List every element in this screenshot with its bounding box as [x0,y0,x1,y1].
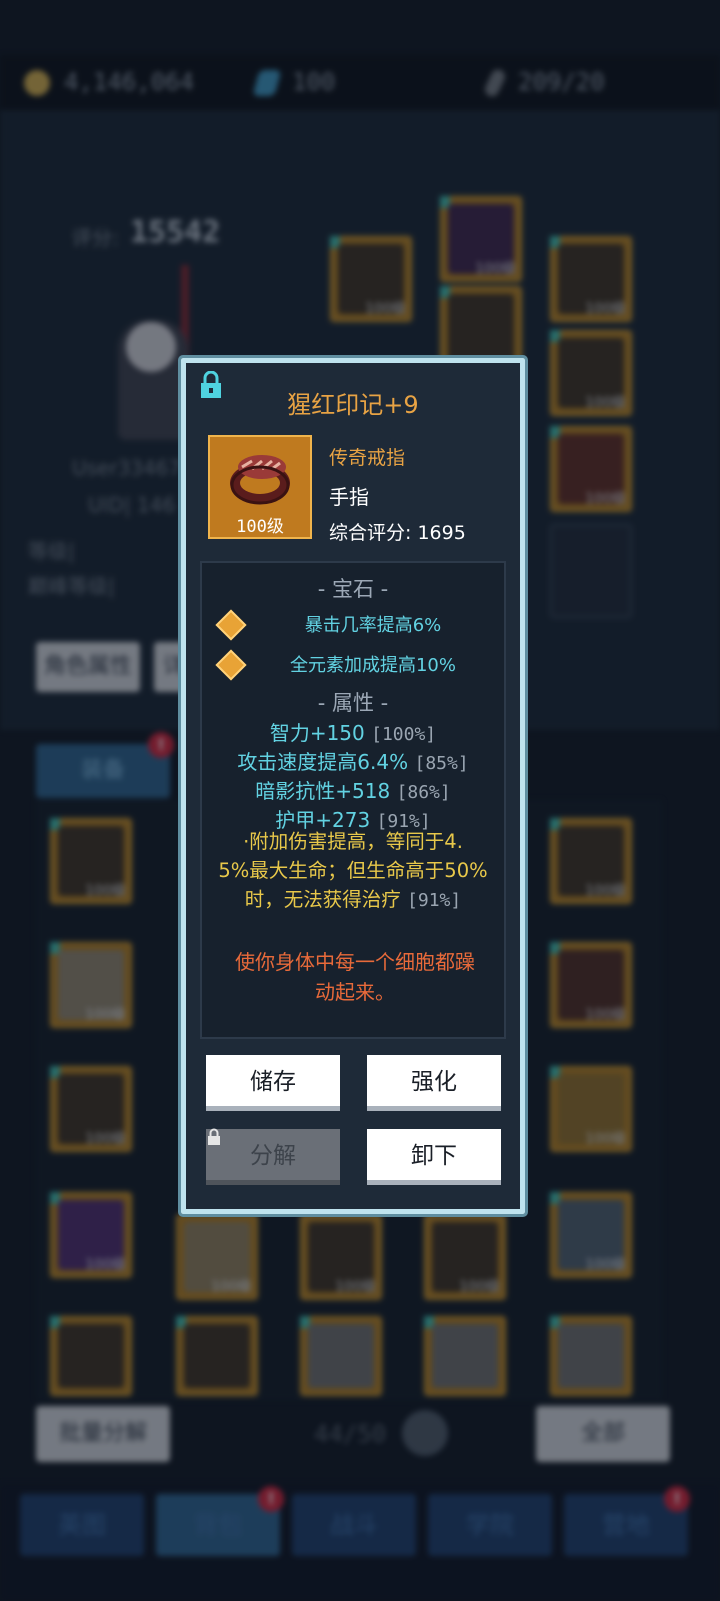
uid-text: UID| 146 [88,493,176,517]
item-stats-panel: - 宝石 - 暴击几率提高6% 全元素加成提高10% - 属性 - 智力+150… [200,561,506,1039]
stat-percent: [86%] [396,782,451,803]
item-level: 100级 [236,517,284,537]
slot-level: 100级 [585,1257,626,1273]
filter-all-button[interactable]: 全部 [536,1406,670,1462]
item-rating: 综合评分: 1695 [329,522,466,544]
inventory-slot[interactable] [550,1316,632,1396]
flavor-line: 使你身体中每一个细胞都躁 [235,950,475,974]
special-line: 时，无法获得治疗 [244,888,401,911]
expand-plus-icon[interactable] [402,1410,448,1456]
notification-badge: ! [664,1486,690,1512]
stat-percent: [85%] [414,753,469,774]
inventory-slot[interactable]: 100级 [550,1066,632,1152]
gem-row: 全元素加成提高10% [215,649,490,681]
flavor-line: 动起来。 [315,980,395,1004]
batch-dismantle-button[interactable]: 批量分解 [36,1406,170,1462]
inventory-slot[interactable]: 100级 [50,1066,132,1152]
stat-line: 暗影抗性+518 [86%] [202,775,504,804]
attr-section-header: - 属性 - [317,691,389,715]
inventory-slot[interactable]: 100级 [550,942,632,1028]
slot-level: 100级 [585,1131,626,1147]
inventory-slot[interactable]: 100级 [424,1214,506,1300]
small-lock-icon [208,1128,220,1145]
inventory-slot[interactable] [300,1316,382,1396]
equip-slot[interactable]: 100级 [440,196,522,282]
page-count: 44/50 [314,1420,387,1448]
special-line: ·附加伤害提高，等同于4. [243,830,463,853]
nav-item-academy[interactable]: 学院 [428,1494,552,1556]
stat-line: 攻击速度提高6.4% [85%] [202,746,504,775]
slot-level: 100级 [365,301,406,317]
username: User33467 [72,456,182,480]
slot-level: 100级 [85,1007,126,1023]
enhance-button[interactable]: 强化 [367,1055,501,1111]
slot-level: 100级 [85,1131,126,1147]
hero-head [126,322,176,372]
slot-level: 100级 [585,1007,626,1023]
gold-amount: 4,146,064 [64,68,195,96]
item-detail-dialog: 猩红印记+9 100级 传奇戒指 手指 综合评分: 1695 - 宝石 - 暴击… [178,355,528,1217]
gem-section-header: - 宝石 - [317,577,389,601]
gem-text: 全元素加成提高10% [289,655,456,676]
inventory-slot[interactable]: 100级 [176,1214,258,1300]
item-slot: 手指 [329,485,369,509]
inventory-slot[interactable]: 100级 [300,1214,382,1300]
special-line: 5%最大生命；但生命高于50% [218,859,488,882]
special-effect: ·附加伤害提高，等同于4. 5%最大生命；但生命高于50% 时，无法获得治疗 [… [208,827,498,915]
ring-icon [230,455,290,505]
score-value: 15542 [130,215,221,250]
item-rarity: 传奇戒指 [329,447,406,469]
diamond-gem-icon [215,609,247,641]
unequip-button[interactable]: 卸下 [367,1129,501,1185]
character-attr-button[interactable]: 角色属性 [36,642,140,692]
dismantle-button[interactable]: 分解 [206,1129,340,1185]
gem-text: 暴击几率提高6% [304,615,442,636]
equip-slot[interactable]: 100级 [550,426,632,512]
slot-level: 100级 [459,1279,500,1295]
score-label: 评分: [72,226,119,250]
gold-coin-icon [24,70,50,96]
slot-level: 100级 [211,1279,252,1295]
slot-level: 100级 [585,883,626,899]
slot-level: 100级 [335,1279,376,1295]
peak-level-label: 巅峰等级| [28,574,115,598]
equip-slot[interactable]: 100级 [330,236,412,322]
notification-badge: ! [148,732,174,758]
slot-level: 100级 [585,491,626,507]
equip-slot[interactable]: 100级 [550,236,632,322]
slot-level: 100级 [85,883,126,899]
inventory-slot[interactable]: 100级 [50,1192,132,1278]
slot-level: 100级 [85,1257,126,1273]
inventory-slot[interactable]: 100级 [550,818,632,904]
item-title: 猩红印记+9 [287,391,419,419]
special-percent: [91%] [407,890,462,911]
inventory-slot[interactable]: 100级 [550,1192,632,1278]
equip-slot[interactable]: 100级 [550,330,632,416]
slot-level: 100级 [585,395,626,411]
stat-percent: [100%] [371,724,437,745]
nav-item[interactable]: 英图 [20,1494,144,1556]
nav-item-battle[interactable]: 战斗 [292,1494,416,1556]
store-button[interactable]: 储存 [206,1055,340,1111]
slot-level: 100级 [585,301,626,317]
inventory-slot[interactable]: 100级 [50,942,132,1028]
flavor-text: 使你身体中每一个细胞都躁 动起来。 [210,947,500,1007]
gem-amount: 100 [292,68,336,96]
feather-amount: 209/20 [518,68,605,96]
stat-line: 智力+150 [100%] [202,717,504,746]
equip-slot-empty[interactable] [550,524,632,618]
stat-text: 暗影抗性+518 [255,779,391,803]
inventory-slot[interactable]: 100级 [50,818,132,904]
gem-row: 暴击几率提高6% [215,609,490,641]
inventory-slot[interactable] [176,1316,258,1396]
level-label: 等级| [28,539,75,563]
stat-text: 智力+150 [269,721,365,745]
diamond-gem-icon [215,649,247,681]
item-icon-frame: 100级 [208,435,312,539]
inventory-slot[interactable] [50,1316,132,1396]
slot-level: 100级 [475,261,516,277]
notification-badge: ! [258,1486,284,1512]
inventory-slot[interactable] [424,1316,506,1396]
stat-text: 攻击速度提高6.4% [237,750,409,774]
